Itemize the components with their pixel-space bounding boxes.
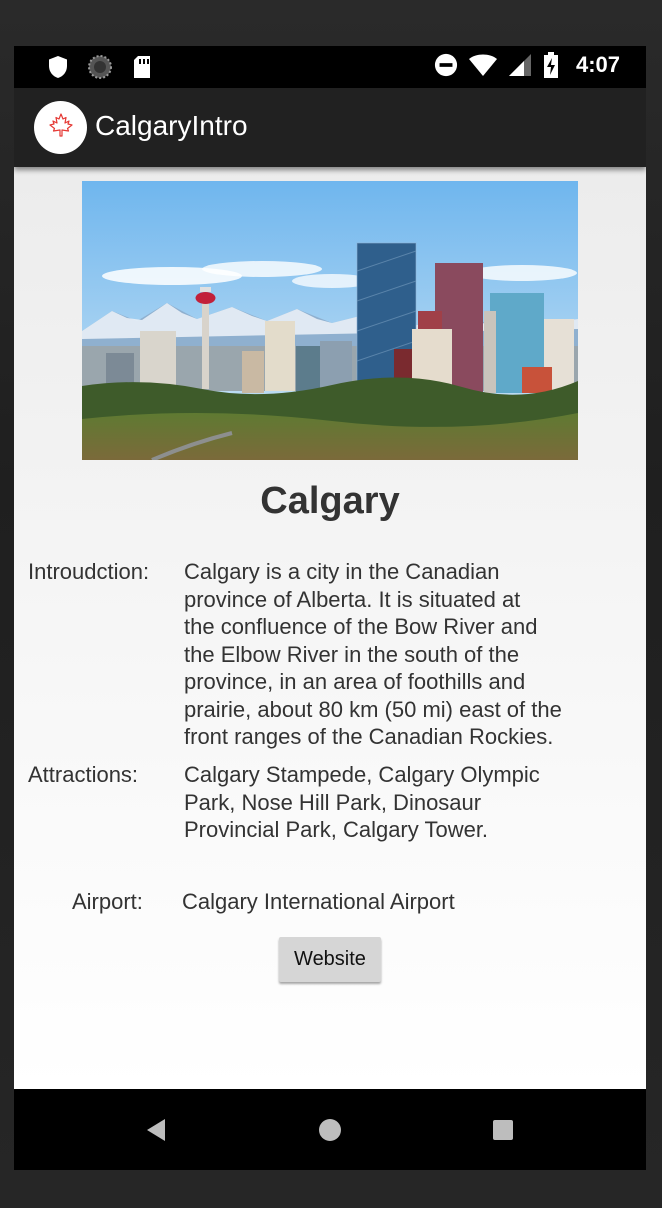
maple-leaf-icon: [48, 112, 74, 143]
wifi-icon: [468, 52, 498, 78]
do-not-disturb-icon: [434, 52, 458, 78]
attractions-line: Provincial Park, Calgary Tower.: [184, 817, 489, 842]
shield-icon: [46, 54, 70, 80]
phone-screen: 4:07 CalgaryIntro Calgary Introudction: …: [14, 46, 646, 1170]
attractions-line: Park, Nose Hill Park, Dinosaur: [184, 789, 482, 815]
introduction-text: Calgary is a city in the Canadian provin…: [184, 558, 562, 751]
attractions-label: Attractions:: [28, 762, 139, 787]
cell-signal-icon: [508, 52, 532, 78]
back-triangle-icon[interactable]: [142, 1116, 170, 1144]
app-title: CalgaryIntro: [95, 110, 248, 141]
main-content: Calgary Introudction: Calgary is a city …: [14, 167, 646, 1089]
app-bar: CalgaryIntro: [14, 88, 646, 167]
introduction-line: front ranges of the Canadian Rockies.: [184, 724, 554, 749]
introduction-line: the Elbow River in the south of the: [184, 641, 520, 667]
status-bar: 4:07: [14, 46, 646, 88]
introduction-line: prairie, about 80 km (50 mi) east of the: [184, 696, 562, 722]
introduction-line: Calgary is a city in the Canadian: [184, 559, 500, 584]
introduction-line: the confluence of the Bow River and: [184, 614, 538, 639]
attractions-line: Calgary Stampede, Calgary Olympic: [184, 762, 540, 787]
navigation-bar: [14, 1089, 646, 1170]
app-logo: [34, 101, 87, 154]
calgary-skyline-image: [82, 181, 578, 460]
city-title: Calgary: [260, 480, 400, 522]
attractions-text: Calgary Stampede, Calgary Olympic Park, …: [184, 761, 540, 844]
battery-charging-icon: [542, 52, 560, 78]
loading-circle-icon: [88, 54, 112, 80]
introduction-label: Introudction:: [28, 559, 150, 584]
airport-value: Calgary International Airport: [182, 889, 455, 914]
introduction-line: province, in an area of foothills and: [184, 669, 526, 694]
airport-label: Airport:: [72, 889, 143, 914]
status-time: 4:07: [575, 52, 620, 77]
website-button[interactable]: Website: [279, 937, 381, 982]
home-circle-icon[interactable]: [316, 1116, 344, 1144]
introduction-line: province of Alberta. It is situated at: [184, 586, 521, 612]
recents-square-icon[interactable]: [489, 1116, 517, 1144]
sd-card-icon: [130, 54, 154, 80]
